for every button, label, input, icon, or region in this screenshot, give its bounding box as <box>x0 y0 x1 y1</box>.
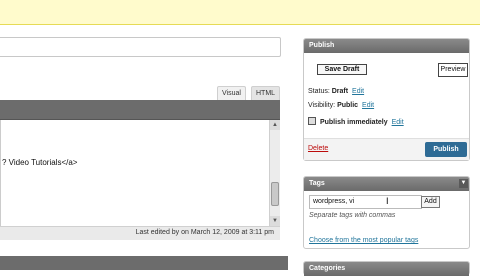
categories-box-title[interactable]: Categories <box>304 262 469 276</box>
tags-input[interactable]: wordpress, vi <box>309 195 422 209</box>
preview-button[interactable]: Preview <box>438 63 468 77</box>
publish-button[interactable]: Publish <box>425 142 467 157</box>
editor-scrollbar[interactable]: ▲ ▼ <box>269 120 280 226</box>
tab-visual[interactable]: Visual <box>217 86 246 100</box>
publish-box-title[interactable]: Publish <box>304 39 469 53</box>
text-cursor-icon: I <box>386 196 389 206</box>
publish-actions: Delete Publish <box>304 138 469 160</box>
save-draft-button[interactable]: Save Draft <box>317 64 367 75</box>
tags-box-title[interactable]: Tags <box>304 177 469 191</box>
last-edited-text: Last edited by on March 12, 2009 at 3:11… <box>135 229 274 236</box>
editor-content-text: ? Video Tutorials</a> <box>2 158 78 167</box>
status-row: Status: Draft Edit <box>308 88 364 95</box>
notice-bar <box>0 0 480 25</box>
scroll-down-icon[interactable]: ▼ <box>270 216 280 226</box>
add-tag-button[interactable]: Add <box>421 196 440 208</box>
edit-visibility-link[interactable]: Edit <box>362 102 374 109</box>
postbox-header <box>0 256 288 270</box>
editor-status-bar: Last edited by on March 12, 2009 at 3:11… <box>0 226 280 240</box>
tags-box: Tags ▼ wordpress, vi I Add Separate tags… <box>303 176 470 249</box>
scroll-up-icon[interactable]: ▲ <box>270 120 280 130</box>
publish-box: Publish Save Draft Preview Status: Draft… <box>303 38 470 161</box>
visibility-label: Visibility: <box>308 102 336 109</box>
edit-status-link[interactable]: Edit <box>352 88 364 95</box>
popular-tags-link[interactable]: Choose from the most popular tags <box>309 237 418 244</box>
edit-schedule-link[interactable]: Edit <box>392 119 404 126</box>
categories-box: Categories <box>303 261 470 276</box>
tab-html[interactable]: HTML <box>251 86 281 100</box>
schedule-row: Publish immediately Edit <box>308 117 404 126</box>
schedule-value: Publish immediately <box>319 119 388 126</box>
visibility-row: Visibility: Public Edit <box>308 102 374 109</box>
tags-help-text: Separate tags with commas <box>309 212 396 219</box>
delete-link[interactable]: Delete <box>308 145 328 152</box>
calendar-icon <box>308 117 316 125</box>
status-value: Draft <box>331 88 349 95</box>
status-label: Status: <box>308 88 330 95</box>
visibility-value: Public <box>337 102 359 109</box>
post-title-input[interactable] <box>0 37 281 57</box>
editor-textarea[interactable] <box>0 120 270 226</box>
editor-toolbar <box>0 100 280 120</box>
scroll-thumb[interactable] <box>271 182 279 206</box>
toggle-arrow-icon[interactable]: ▼ <box>459 179 468 188</box>
